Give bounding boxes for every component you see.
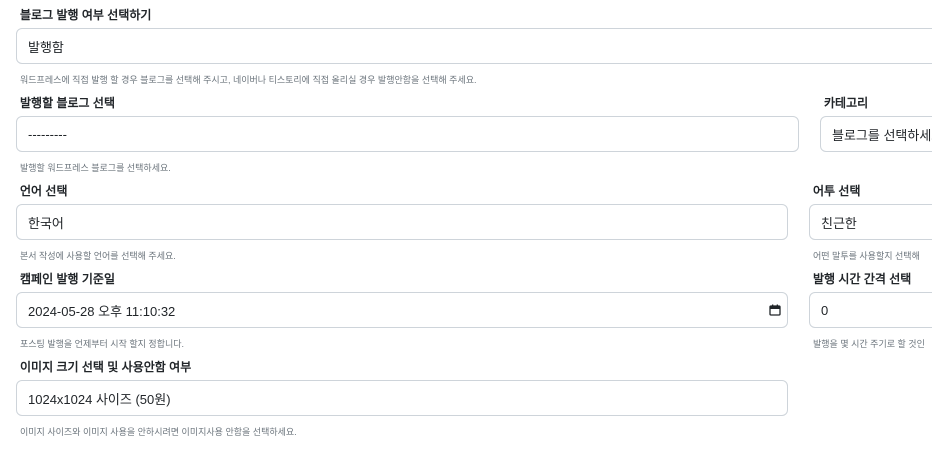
language-label: 언어 선택 xyxy=(20,184,68,198)
category-label: 카테고리 xyxy=(824,96,869,110)
campaign-date-value: 2024-05-28 오후 11:10:32 xyxy=(28,303,176,319)
campaign-date-help: 포스팅 발행을 언제부터 시작 할지 정합니다. xyxy=(20,339,185,349)
language-help: 본서 작성에 사용할 언어를 선택해 주세요. xyxy=(20,251,176,261)
blog-select[interactable]: --------- xyxy=(16,116,799,152)
campaign-date-label: 캠페인 발행 기준일 xyxy=(20,272,115,286)
blog-help: 발행할 워드프레스 블로그를 선택하세요. xyxy=(20,163,171,173)
publish-label: 블로그 발행 여부 선택하기 xyxy=(20,8,152,22)
image-size-label: 이미지 크기 선택 및 사용안함 여부 xyxy=(20,360,192,374)
campaign-date-input[interactable]: 2024-05-28 오후 11:10:32 xyxy=(16,292,788,328)
image-size-value: 1024x1024 사이즈 (50원) xyxy=(28,391,171,407)
blog-value: --------- xyxy=(28,126,67,142)
interval-label: 발행 시간 간격 선택 xyxy=(813,272,912,286)
image-size-select[interactable]: 1024x1024 사이즈 (50원) xyxy=(16,380,788,416)
interval-help: 발행을 몇 시간 주기로 할 것인 xyxy=(813,339,925,349)
calendar-icon[interactable] xyxy=(769,304,781,316)
interval-input[interactable]: 0 xyxy=(809,292,932,328)
category-value: 블로그를 선택하세요 xyxy=(832,127,932,143)
publish-value: 발행함 xyxy=(28,39,64,55)
publish-select[interactable]: 발행함 xyxy=(16,28,932,64)
interval-value: 0 xyxy=(821,302,829,318)
blog-label: 발행할 블로그 선택 xyxy=(20,96,115,110)
tone-select[interactable]: 친근한 xyxy=(809,204,932,240)
publish-help: 워드프레스에 직접 발행 할 경우 블로그를 선택해 주시고, 네이버나 티스토… xyxy=(20,75,477,85)
tone-label: 어투 선택 xyxy=(813,184,861,198)
language-value: 한국어 xyxy=(28,215,64,231)
tone-value: 친근한 xyxy=(821,215,857,231)
image-size-help: 이미지 사이즈와 이미지 사용을 안하시려면 이미지사용 안함을 선택하세요. xyxy=(20,427,297,437)
category-select[interactable]: 블로그를 선택하세요 xyxy=(820,116,932,152)
language-select[interactable]: 한국어 xyxy=(16,204,788,240)
tone-help: 어떤 말투를 사용할지 선택해 xyxy=(813,251,920,261)
